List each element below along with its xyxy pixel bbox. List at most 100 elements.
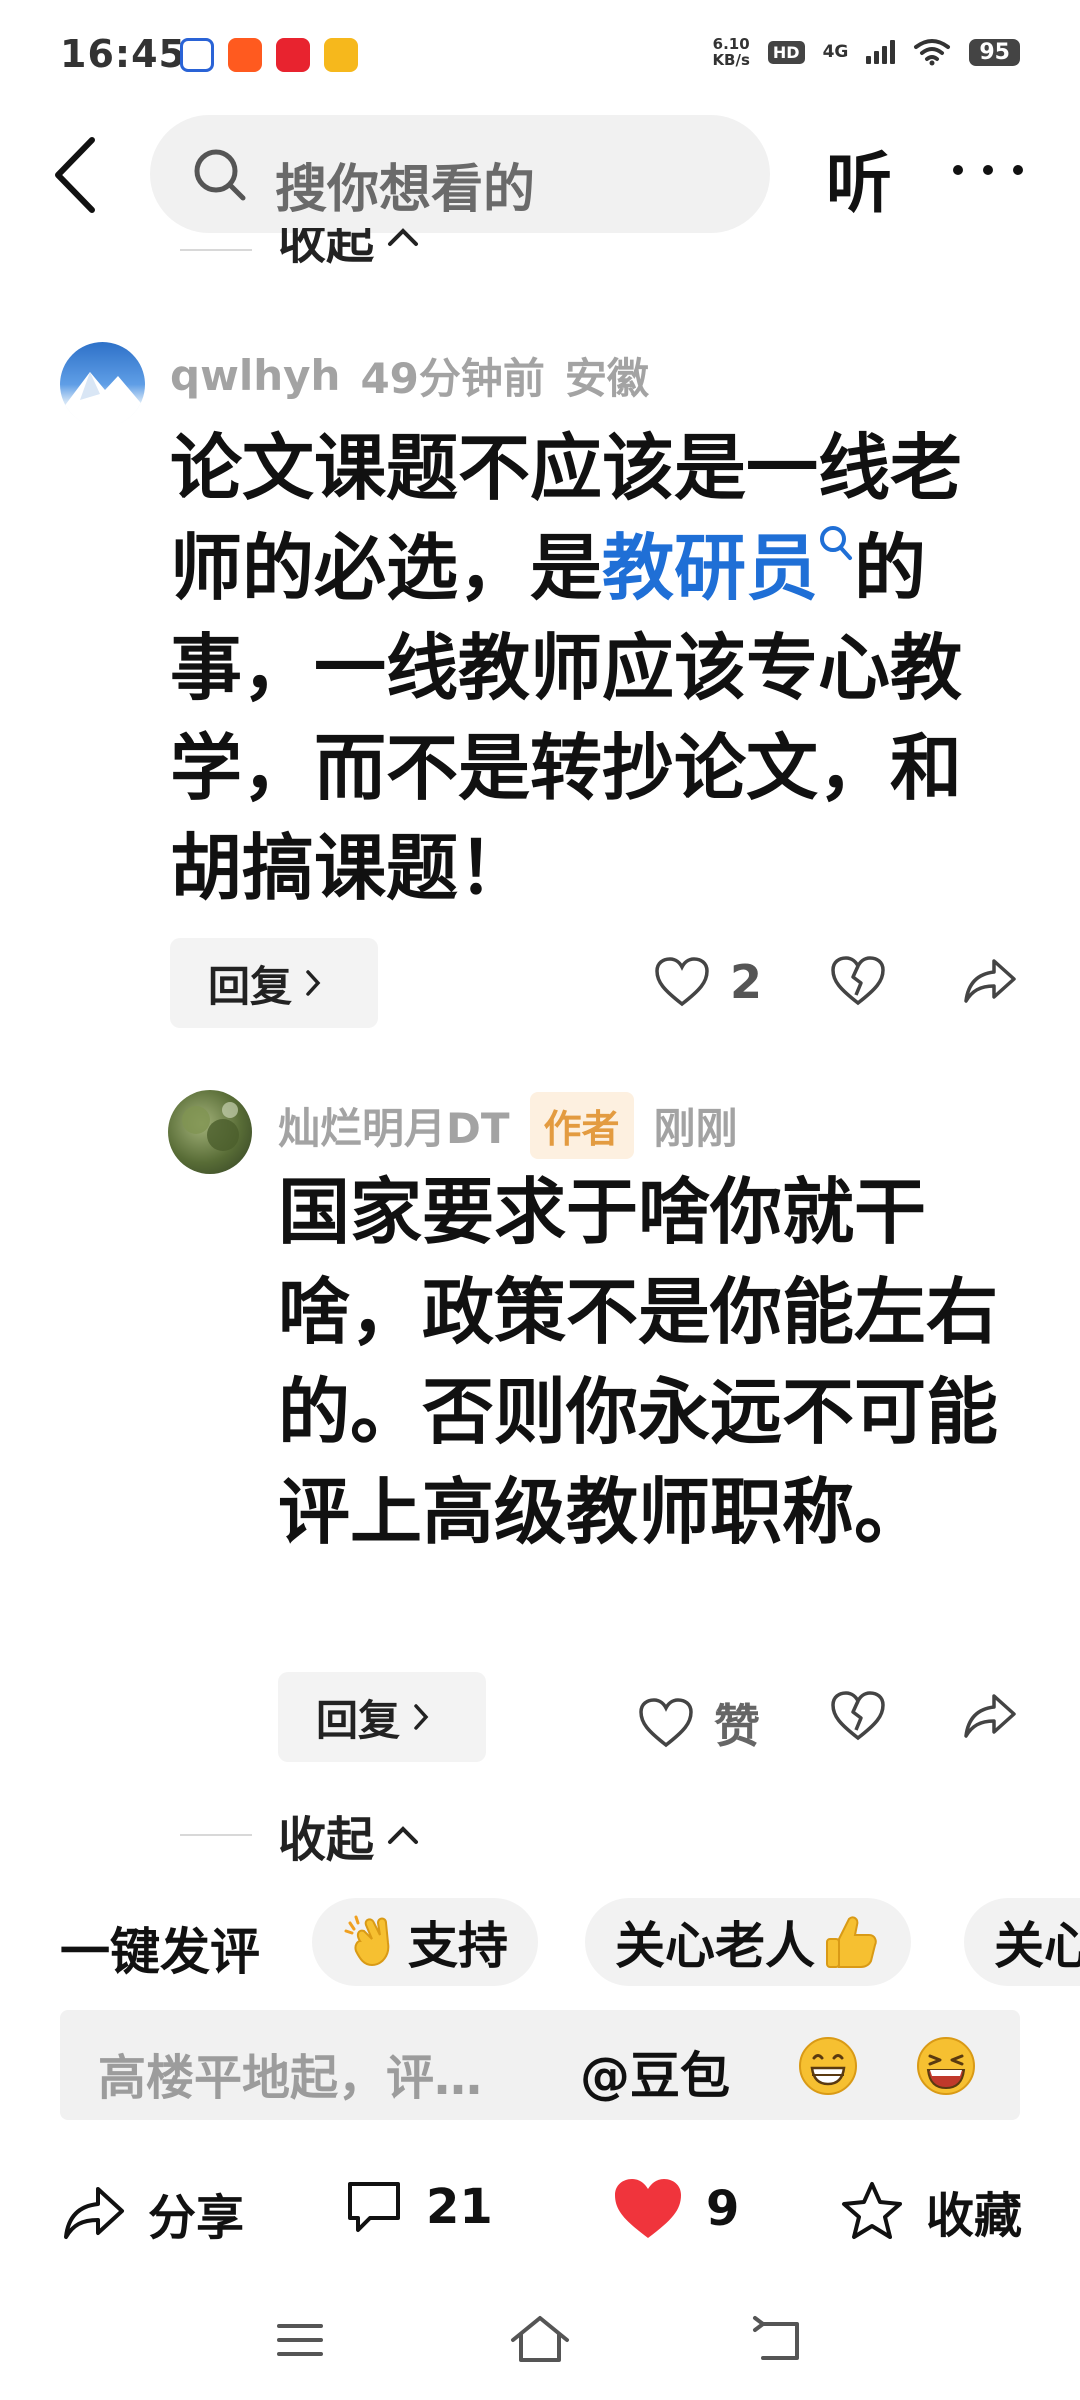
share-comment-button[interactable] xyxy=(962,1690,1018,1742)
more-dots-icon xyxy=(953,165,1023,175)
like-article-button[interactable]: 9 xyxy=(612,2176,739,2242)
comment-input[interactable]: 高楼平地起，评… @豆包 xyxy=(60,2010,1020,2120)
username[interactable]: qwlhyh xyxy=(170,351,340,400)
search-input[interactable]: 搜你想看的 xyxy=(150,115,770,233)
clapping-hands-icon xyxy=(344,1915,390,1967)
comment-time: 刚刚 xyxy=(653,1104,738,1153)
reply-label: 回复 xyxy=(208,961,293,1011)
baidu-app-icon xyxy=(180,38,214,72)
username[interactable]: 灿烂明月DT xyxy=(278,1095,510,1156)
quick-reply-chip[interactable]: 支持 xyxy=(312,1898,538,1986)
notification-icons xyxy=(180,38,358,72)
battery-indicator: 95 xyxy=(969,38,1020,66)
like-count: 9 xyxy=(706,2181,740,2237)
heart-filled-icon xyxy=(615,2179,681,2238)
comment-time: 49分钟前 xyxy=(360,354,545,403)
player-app-icon xyxy=(324,38,358,72)
collapse-label: 收起 xyxy=(278,228,375,270)
comment-bubble-icon xyxy=(348,2182,400,2232)
star-outline-icon xyxy=(842,2182,902,2239)
reply-button[interactable]: 回复 xyxy=(278,1672,486,1762)
comment-placeholder: 高楼平地起，评… xyxy=(98,2050,483,2106)
collapse-replies-button[interactable]: 收起 xyxy=(180,1800,420,1870)
tree-avatar-image xyxy=(182,1102,239,1151)
share-label: 分享 xyxy=(148,2190,245,2246)
share-arrow-icon xyxy=(964,959,1016,1003)
divider-line xyxy=(180,249,252,251)
back-button[interactable] xyxy=(50,135,100,215)
more-options-button[interactable] xyxy=(948,140,1028,200)
like-button[interactable]: 赞 xyxy=(638,1690,760,1756)
ai-mention-button[interactable]: @豆包 xyxy=(580,2036,730,2108)
quick-reply-title: 一键发评 xyxy=(60,1923,260,1981)
signal-icon xyxy=(866,40,896,64)
status-bar: 16:45 6.10 KB/s HD 4G 95 xyxy=(0,0,1080,110)
shopping-app-icon xyxy=(276,38,310,72)
comment-location: 安徽 xyxy=(564,354,649,403)
comment-text: 论文课题不应该是一线老师的必选，是教研员 的事，一线教师应该专心教学，而不是转抄… xyxy=(170,418,980,918)
broken-heart-icon xyxy=(831,1691,885,1741)
status-time: 16:45 xyxy=(60,32,186,76)
system-indicators: 6.10 KB/s HD 4G 95 xyxy=(712,36,1020,68)
share-comment-button[interactable] xyxy=(962,955,1018,1007)
author-badge: 作者 xyxy=(529,1092,634,1159)
back-icon[interactable] xyxy=(745,2310,815,2370)
comment-meta: 灿烂明月DT 作者 刚刚 xyxy=(278,1092,738,1159)
network-type: 4G xyxy=(822,42,849,62)
like-label: 赞 xyxy=(714,1699,760,1753)
chip-label: 关心 xyxy=(994,1917,1080,1975)
thumbs-up-icon xyxy=(826,1916,877,1968)
home-icon[interactable] xyxy=(505,2310,575,2370)
back-arrow-icon xyxy=(55,137,95,213)
quick-reply-bar: 一键发评 支持 关心老人 关心 xyxy=(0,1898,1080,1990)
heart-outline-icon xyxy=(639,1698,693,1748)
network-speed: 6.10 KB/s xyxy=(712,36,749,68)
broken-heart-icon xyxy=(831,956,885,1006)
mountain-avatar-image xyxy=(60,372,145,427)
chevron-right-icon xyxy=(306,970,321,996)
avatar[interactable] xyxy=(168,1090,252,1174)
chevron-right-icon xyxy=(414,1704,429,1730)
grinning-face-icon[interactable] xyxy=(796,2034,860,2098)
collapse-replies-button[interactable]: 收起 xyxy=(180,228,420,272)
like-button[interactable]: 2 xyxy=(654,955,762,1009)
laughing-face-icon[interactable] xyxy=(914,2034,978,2098)
search-placeholder: 搜你想看的 xyxy=(275,160,536,220)
divider-line xyxy=(180,1834,252,1836)
keyword-search-link[interactable]: 教研员 xyxy=(602,526,818,610)
reply-button[interactable]: 回复 xyxy=(170,938,378,1028)
dislike-button[interactable] xyxy=(830,1690,886,1742)
chip-label: 关心老人 xyxy=(615,1917,815,1975)
bottom-action-bar: 分享 21 9 收藏 xyxy=(0,2160,1080,2260)
reply-label: 回复 xyxy=(316,1695,401,1745)
favorite-label: 收藏 xyxy=(926,2188,1023,2244)
comment-text-part: 论文课题不应该是一线老师的必选，是 xyxy=(170,426,963,610)
network-speed-value: 6.10 xyxy=(712,35,750,53)
heart-outline-icon xyxy=(655,957,709,1007)
comments-button[interactable]: 21 xyxy=(344,2178,493,2236)
video-app-icon xyxy=(228,38,262,72)
search-icon xyxy=(194,149,246,201)
share-button[interactable]: 分享 xyxy=(62,2178,244,2248)
wifi-icon xyxy=(914,39,951,66)
menu-icon[interactable] xyxy=(265,2310,335,2370)
comment-text: 国家要求于啥你就干啥，政策不是你能左右的。否则你永远不可能评上高级教师职称。 xyxy=(278,1162,998,1562)
favorite-button[interactable]: 收藏 xyxy=(840,2176,1022,2246)
avatar[interactable] xyxy=(60,342,145,427)
comment-meta: qwlhyh 49分钟前 安徽 xyxy=(170,345,649,406)
search-icon[interactable] xyxy=(818,524,854,564)
quick-reply-chip[interactable]: 关心老人 xyxy=(585,1898,911,1986)
chip-label: 支持 xyxy=(408,1917,508,1975)
quick-reply-chip[interactable]: 关心 xyxy=(964,1898,1080,1986)
comment-count: 21 xyxy=(426,2179,493,2235)
dislike-button[interactable] xyxy=(830,955,886,1007)
share-arrow-icon xyxy=(64,2187,124,2239)
network-speed-unit: KB/s xyxy=(712,51,750,69)
comment-text-part: 国家要求于啥你就干啥，政策不是你能左右的。否则你永远不可能评上高级教师职称。 xyxy=(278,1170,999,1554)
listen-button[interactable]: 听 xyxy=(826,130,892,226)
chevron-up-icon xyxy=(388,228,419,246)
collapse-label: 收起 xyxy=(278,1812,375,1868)
like-count: 2 xyxy=(730,955,763,1009)
system-navbar xyxy=(0,2290,1080,2400)
hd-badge: HD xyxy=(767,40,805,64)
